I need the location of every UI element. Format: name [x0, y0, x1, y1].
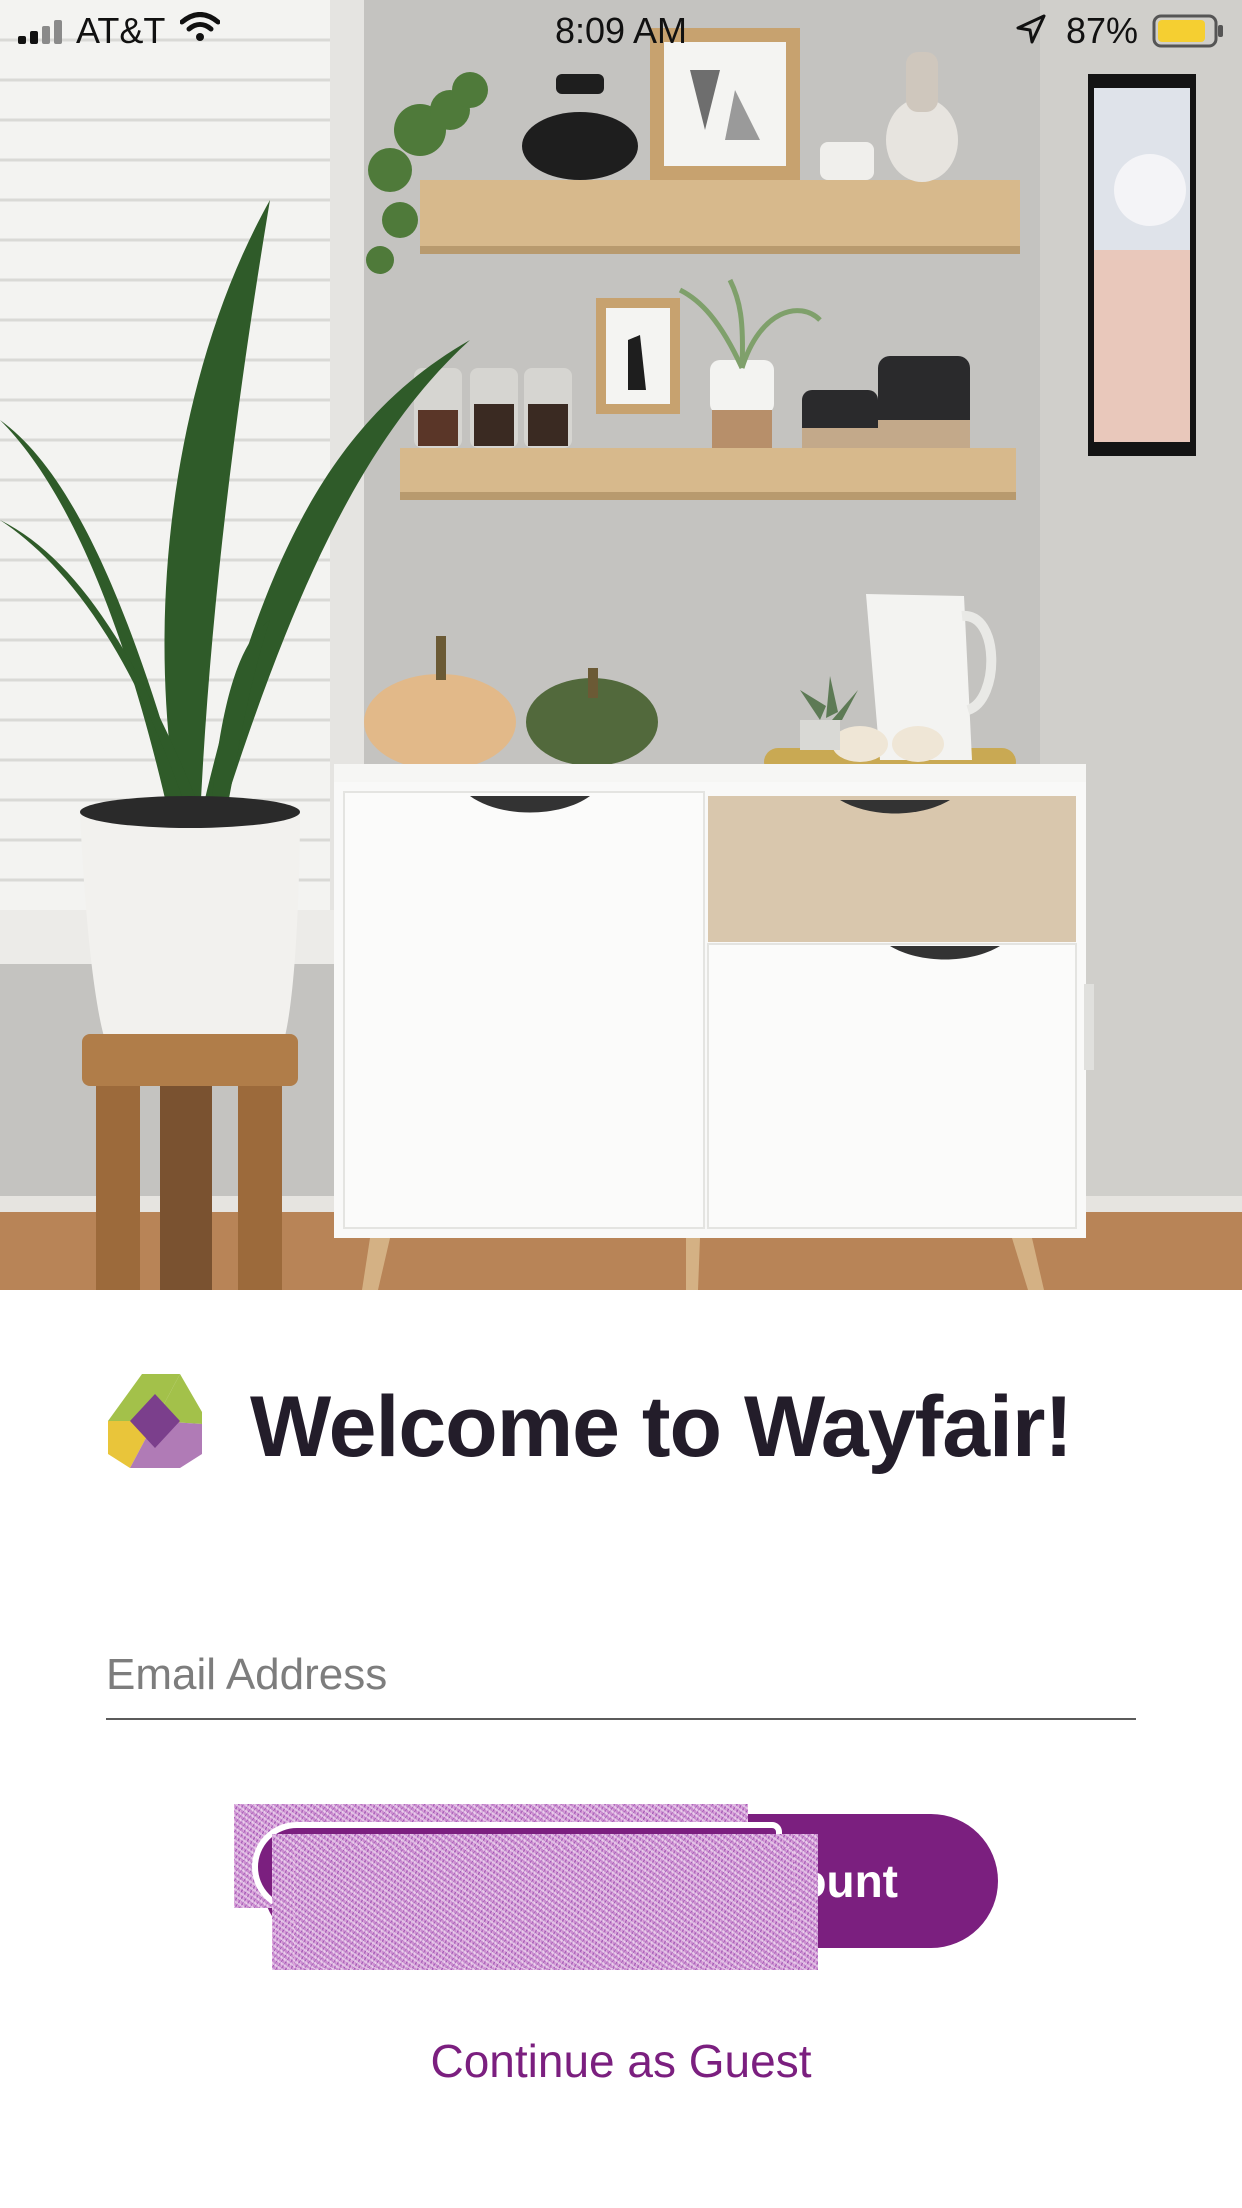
battery-icon [1152, 14, 1224, 53]
hero-image [0, 0, 1242, 1290]
battery-percent: 87% [1066, 10, 1139, 51]
continue-as-guest-link[interactable]: Continue as Guest [0, 2034, 1242, 2088]
cta-area: ount [234, 1804, 998, 1972]
redaction-block [294, 1848, 794, 1968]
clock-time: 8:09 AM [554, 10, 688, 51]
wayfair-logo-icon [106, 1372, 204, 1470]
email-field[interactable] [106, 1632, 1136, 1720]
status-bar: AT&T 8:09 AM 87% [0, 0, 1242, 62]
welcome-title: Welcome to Wayfair! [250, 1379, 1073, 1475]
location-arrow-icon [1016, 14, 1046, 49]
